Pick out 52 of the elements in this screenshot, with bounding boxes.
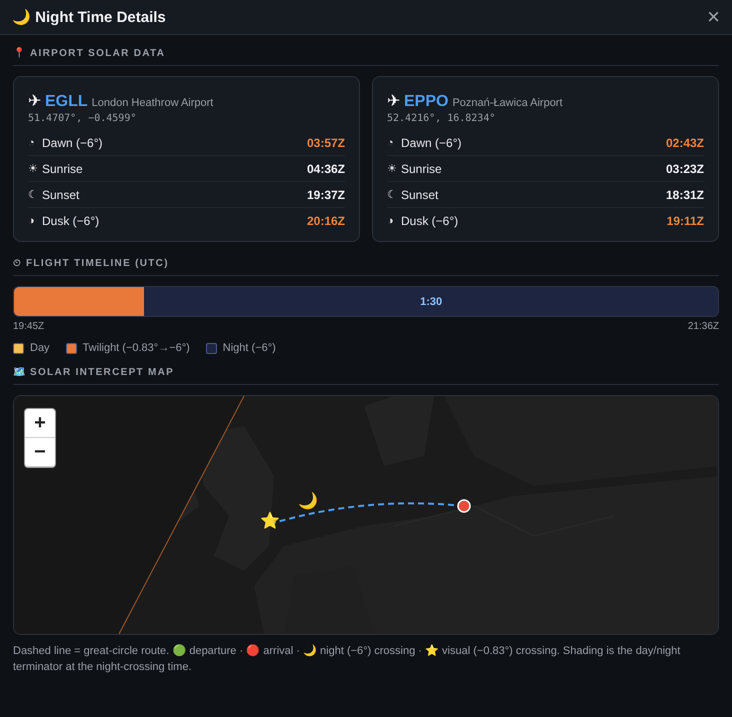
event-icon: ☾ bbox=[28, 188, 38, 201]
legend-label: Day bbox=[30, 342, 50, 354]
legend-label: Night (−6°) bbox=[222, 342, 276, 354]
section-title: FLIGHT TIMELINE (UTC) bbox=[26, 258, 169, 269]
zoom-in-button[interactable]: + bbox=[25, 409, 55, 438]
coordinates: 51.4707°, −0.4599° bbox=[28, 113, 138, 124]
airport-code: EPPO bbox=[404, 93, 448, 111]
event-label: Sunset bbox=[401, 188, 438, 202]
event-time: 19:11Z bbox=[666, 214, 704, 228]
event-icon: ◑ bbox=[387, 214, 397, 226]
event-label: Dawn (−6°) bbox=[401, 136, 462, 150]
event-time: 04:36Z bbox=[306, 162, 345, 176]
start-time: 19:45Z bbox=[13, 321, 44, 332]
timer-icon: ⏲ bbox=[13, 258, 21, 269]
event-label: Sunrise bbox=[401, 162, 442, 176]
airport-name: London Heathrow Airport bbox=[92, 97, 214, 109]
event-label: Dusk (−6°) bbox=[401, 214, 458, 228]
coordinates: 52.4216°, 16.8234° bbox=[387, 113, 496, 124]
event-label: Dusk (−6°) bbox=[42, 214, 100, 228]
event-time: 03:57Z bbox=[306, 136, 345, 150]
dialog-title: 🌙 Night Time Details bbox=[12, 8, 166, 26]
airport-code: EGLL bbox=[45, 93, 88, 111]
event-time: 03:23Z bbox=[666, 162, 704, 176]
event-label: Sunset bbox=[42, 188, 80, 202]
event-icon: ☾ bbox=[387, 188, 397, 201]
duration-label: 1:30 bbox=[420, 296, 442, 308]
pin-icon: 📍 bbox=[13, 47, 25, 59]
event-time: 20:16Z bbox=[306, 214, 345, 228]
event-label: Sunrise bbox=[42, 162, 83, 176]
section-title: SOLAR INTERCEPT MAP bbox=[30, 366, 174, 378]
legend-label: Twilight (−0.83°→−6°) bbox=[82, 342, 190, 354]
event-icon: ◔ bbox=[28, 136, 38, 148]
map-icon: 🗺 bbox=[13, 366, 25, 378]
zoom-out-button[interactable]: − bbox=[25, 438, 55, 467]
event-label: Dawn (−6°) bbox=[42, 136, 102, 150]
airport-name: Poznań-Ławica Airport bbox=[452, 97, 563, 109]
event-icon: ☀ bbox=[387, 162, 397, 175]
visual-crossing-marker: ⭐ bbox=[260, 514, 280, 530]
arrival-marker bbox=[457, 499, 471, 513]
map-caption: Dashed line = great-circle route. 🟢 departure · 🔴 arrival · 🌙 night (−6°) crossing · ⭐ visual (−0.83°) crossing. Shading is the day/night terminator at the night-crossing time. bbox=[13, 643, 682, 675]
event-icon: ◔ bbox=[387, 136, 397, 148]
event-time: 18:31Z bbox=[666, 188, 704, 202]
end-time: 21:36Z bbox=[688, 321, 719, 332]
night-crossing-marker: 🌙 bbox=[298, 494, 318, 510]
event-icon: ☀ bbox=[28, 162, 38, 175]
event-icon: ◑ bbox=[28, 214, 38, 226]
section-title: AIRPORT SOLAR DATA bbox=[30, 48, 166, 58]
event-time: 02:43Z bbox=[666, 136, 704, 150]
close-button[interactable]: × bbox=[707, 6, 720, 28]
plane-icon: ✈ bbox=[387, 91, 400, 111]
event-time: 19:37Z bbox=[306, 188, 345, 202]
plane-icon: ✈ bbox=[28, 91, 41, 111]
